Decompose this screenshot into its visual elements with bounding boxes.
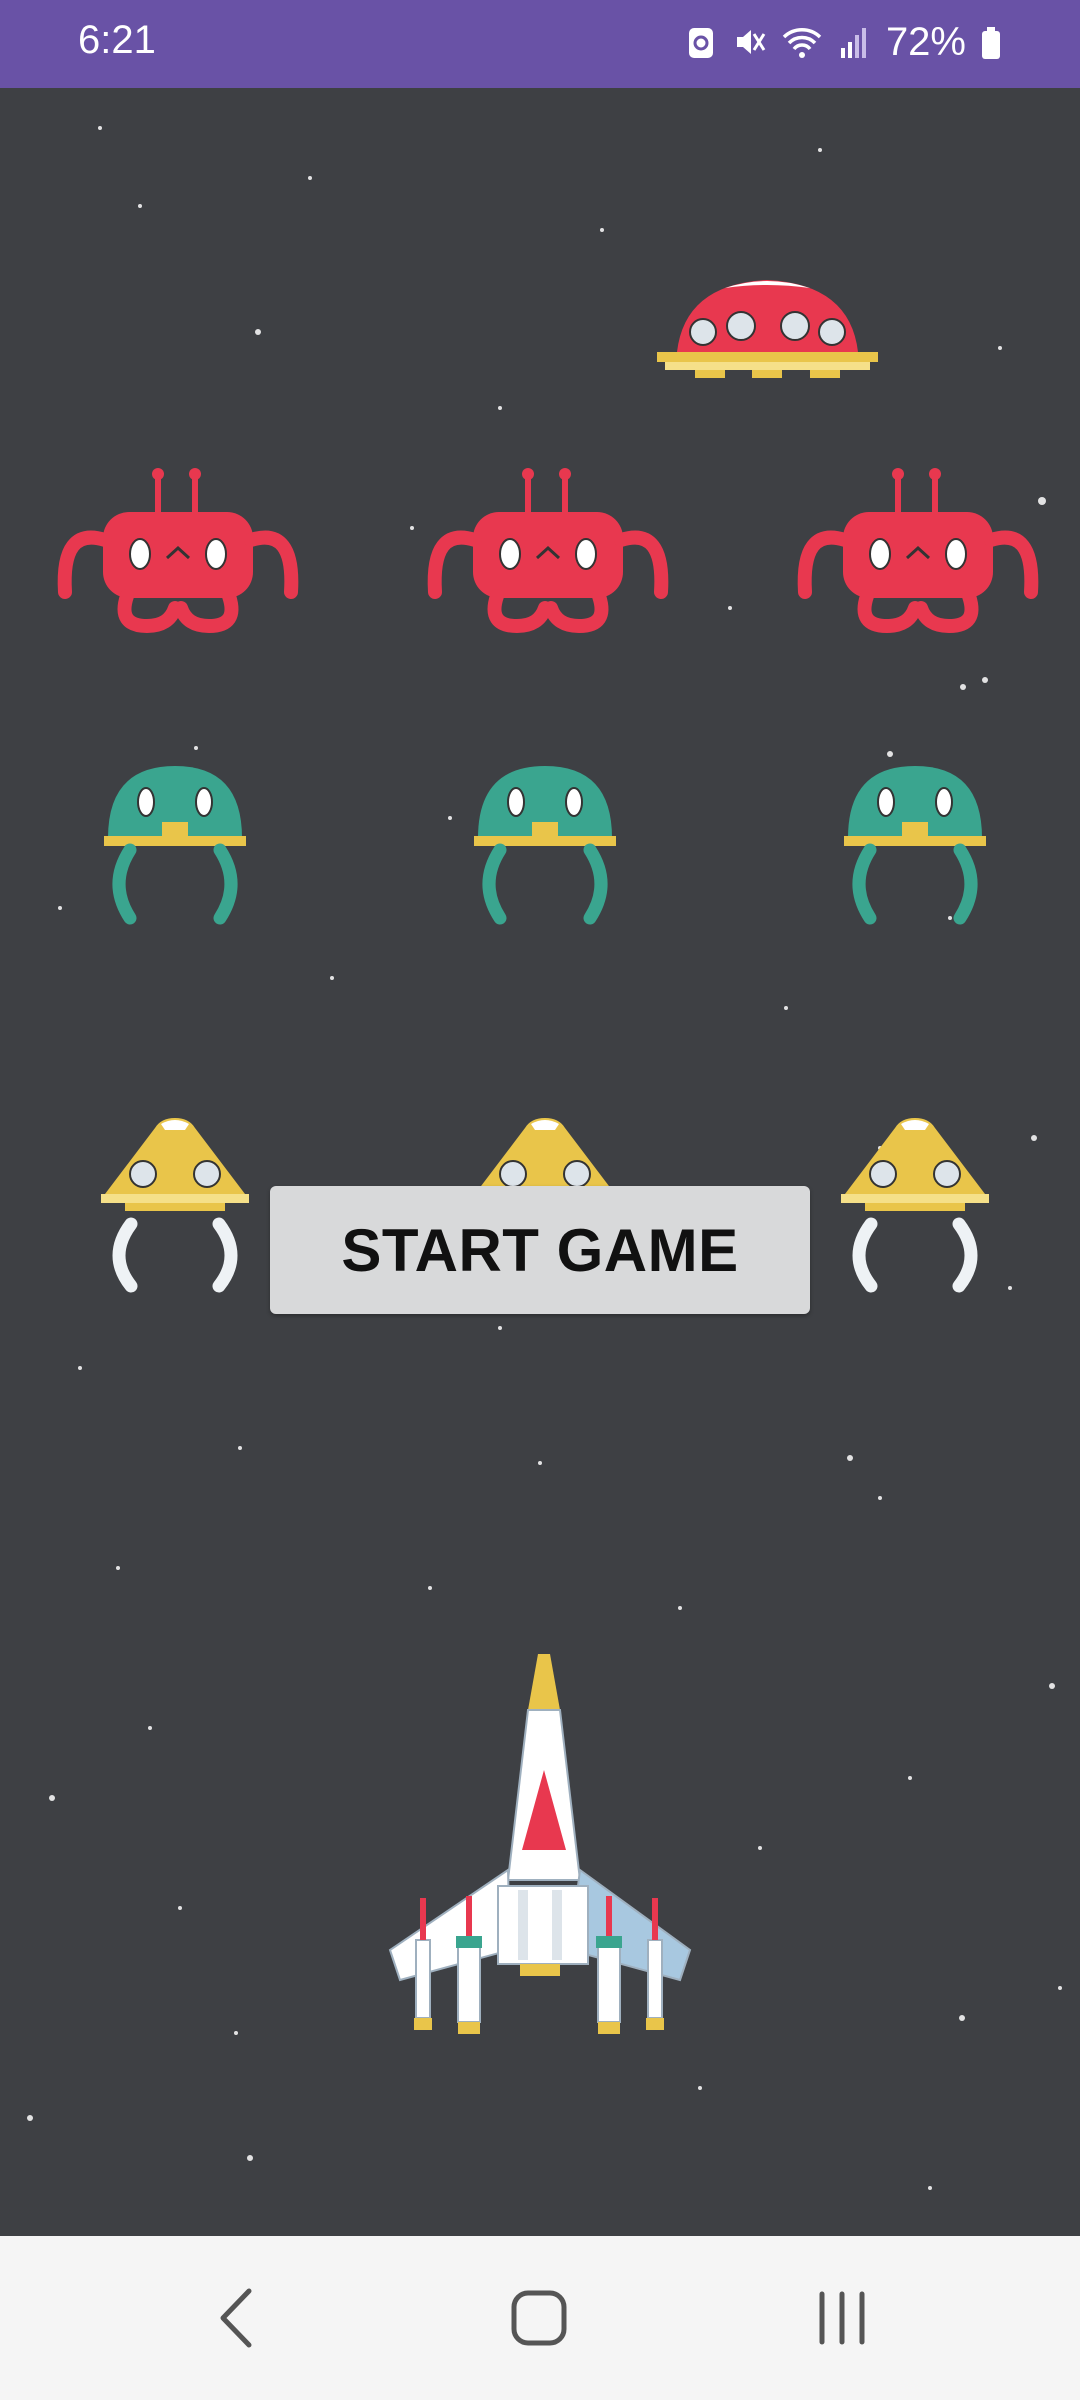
wifi-icon <box>782 28 822 58</box>
crab-enemy <box>797 468 1039 634</box>
status-bar: 6:21 72% <box>0 0 1080 88</box>
back-button[interactable] <box>186 2268 286 2368</box>
signal-icon <box>840 28 866 58</box>
helmet-enemy <box>474 766 616 925</box>
battery-percentage: 72% <box>885 19 966 64</box>
status-icons: 72% <box>684 14 1002 70</box>
crab-enemy <box>427 468 669 634</box>
pod-enemy <box>101 1118 249 1293</box>
mute-icon <box>736 30 766 54</box>
helmet-enemy <box>104 766 246 925</box>
recents-icon <box>819 2291 865 2345</box>
crab-enemy <box>57 468 299 634</box>
status-time: 6:21 <box>78 18 156 62</box>
back-icon <box>220 2288 252 2348</box>
recents-button[interactable] <box>792 2268 892 2368</box>
start-game-button[interactable]: START GAME <box>270 1186 810 1314</box>
game-canvas[interactable]: START GAME <box>0 88 1080 2236</box>
navigation-bar <box>0 2236 1080 2400</box>
ufo-enemy <box>657 280 878 378</box>
pod-enemy <box>841 1118 989 1293</box>
home-button[interactable] <box>489 2268 589 2368</box>
helmet-enemy <box>844 766 986 925</box>
battery-icon <box>982 27 1000 59</box>
screenshot-icon <box>688 28 713 58</box>
home-icon <box>511 2290 567 2346</box>
player-spaceship[interactable] <box>370 1650 710 2046</box>
